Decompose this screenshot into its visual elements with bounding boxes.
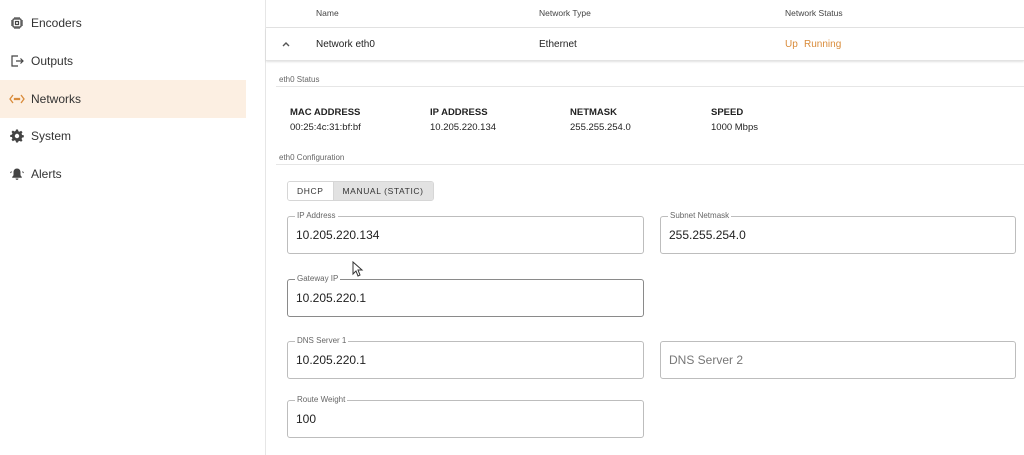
sidebar-item-label: Networks — [31, 92, 82, 106]
ip-mode-toggle: DHCP MANUAL (STATIC) — [287, 181, 434, 201]
network-icon — [9, 91, 25, 107]
divider — [276, 86, 1024, 87]
gateway-ip-input[interactable] — [296, 289, 635, 307]
sidebar-item-encoders[interactable]: Encoders — [0, 4, 246, 42]
ip-address-input[interactable] — [296, 226, 635, 244]
sidebar-item-label: System — [31, 129, 72, 143]
sidebar-item-label: Encoders — [31, 16, 82, 30]
column-header-network-status[interactable]: Network Status — [785, 8, 843, 18]
column-header-network-type[interactable]: Network Type — [539, 8, 591, 18]
main-content: Name Network Type Network Status Network… — [266, 0, 1024, 455]
output-icon — [9, 53, 25, 69]
speed-title: SPEED — [711, 107, 744, 118]
status-running-badge: Running — [804, 39, 842, 50]
ip-address-title: IP ADDRESS — [430, 107, 488, 118]
mac-address-value: 00:25:4c:31:bf:bf — [290, 122, 361, 133]
network-type: Ethernet — [539, 39, 577, 50]
table-header: Name Network Type Network Status — [266, 0, 1024, 28]
route-weight-input[interactable] — [296, 410, 635, 428]
chip-icon — [9, 15, 25, 31]
manual-static-button[interactable]: MANUAL (STATIC) — [332, 182, 433, 200]
mac-address-title: MAC ADDRESS — [290, 107, 361, 118]
sidebar-item-system[interactable]: System — [0, 117, 246, 155]
config-section-label: eth0 Configuration — [279, 153, 345, 162]
dns-server-2-field[interactable] — [660, 341, 1016, 379]
gear-icon — [9, 128, 25, 144]
netmask-value: 255.255.254.0 — [570, 122, 631, 133]
gateway-ip-field[interactable]: Gateway IP — [287, 274, 644, 317]
sidebar-item-label: Outputs — [31, 54, 74, 68]
dns-server-1-field[interactable]: DNS Server 1 — [287, 336, 644, 379]
field-label: Subnet Netmask — [668, 211, 732, 220]
mouse-pointer-icon — [352, 260, 364, 277]
subnet-netmask-field[interactable]: Subnet Netmask — [660, 211, 1016, 254]
divider — [276, 164, 1024, 165]
netmask-title: NETMASK — [570, 107, 617, 118]
dns-server-1-input[interactable] — [296, 351, 635, 369]
bell-icon — [9, 166, 25, 182]
status-up-badge: Up — [785, 39, 798, 50]
route-weight-field[interactable]: Route Weight — [287, 395, 644, 438]
sidebar: Encoders Outputs Networks System Alerts — [0, 0, 266, 455]
dhcp-button[interactable]: DHCP — [288, 182, 333, 200]
dns-server-2-input[interactable] — [669, 351, 1007, 369]
sidebar-item-outputs[interactable]: Outputs — [0, 42, 246, 80]
field-label: Route Weight — [295, 395, 348, 404]
status-section-label: eth0 Status — [279, 75, 320, 84]
network-name: Network eth0 — [316, 39, 375, 50]
field-label: DNS Server 1 — [295, 336, 349, 345]
field-label: IP Address — [295, 211, 338, 220]
subnet-netmask-input[interactable] — [669, 226, 1007, 244]
field-label: Gateway IP — [295, 274, 341, 283]
column-header-name[interactable]: Name — [316, 8, 339, 18]
chevron-up-icon[interactable] — [280, 37, 292, 49]
sidebar-item-networks[interactable]: Networks — [0, 80, 246, 118]
table-row[interactable]: Network eth0 Ethernet Up Running — [266, 28, 1024, 61]
sidebar-item-alerts[interactable]: Alerts — [0, 155, 246, 193]
ip-address-field[interactable]: IP Address — [287, 211, 644, 254]
speed-value: 1000 Mbps — [711, 122, 759, 133]
sidebar-item-label: Alerts — [31, 167, 62, 181]
ip-address-value: 10.205.220.134 — [430, 122, 497, 133]
